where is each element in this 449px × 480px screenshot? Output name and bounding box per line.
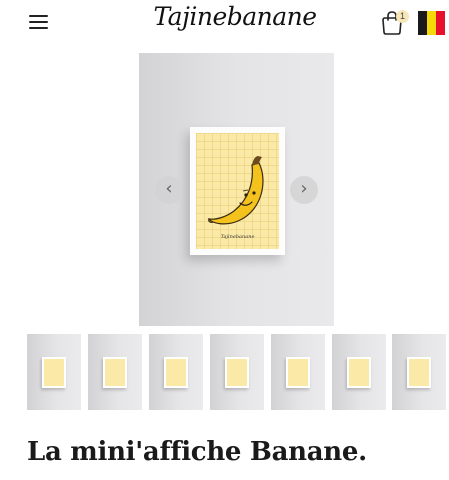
flag-stripe-yellow [427,11,436,35]
flag-stripe-black [418,11,427,35]
thumbnail[interactable] [88,334,142,410]
thumbnail[interactable] [332,334,386,410]
site-header: Tajinebanane 1 [0,0,449,46]
thumbnail-strip [27,334,446,410]
menu-button[interactable] [29,14,49,30]
cart-count-badge: 1 [396,10,409,23]
poster-signature: Tajinebanane [220,234,255,240]
thumbnail-artwork [166,359,186,386]
thumbnail-artwork [409,359,429,386]
hamburger-line [29,27,48,29]
product-image-gallery[interactable]: Tajinebanane ‹ › [139,53,334,326]
hamburger-menu-icon [29,15,48,17]
gallery-prev-button[interactable]: ‹ [155,176,183,204]
thumbnail[interactable] [210,334,264,410]
flag-stripe-red [436,11,445,35]
thumbnail-artwork [44,359,64,386]
site-logo[interactable]: Tajinebanane [150,2,320,31]
thumbnail[interactable] [392,334,446,410]
thumbnail[interactable] [271,334,325,410]
banana-illustration [207,156,264,225]
gallery-next-button[interactable]: › [290,176,318,204]
thumbnail-poster [347,357,371,388]
thumbnail-artwork [105,359,125,386]
thumbnail-artwork [227,359,247,386]
thumbnail-artwork [349,359,369,386]
hamburger-line [29,21,48,23]
thumbnail[interactable] [149,334,203,410]
thumbnail-poster [225,357,249,388]
thumbnail-poster [164,357,188,388]
poster-frame: Tajinebanane [190,127,285,255]
poster-artwork: Tajinebanane [196,133,279,249]
belgium-flag-icon[interactable] [418,11,445,35]
thumbnail-poster [407,357,431,388]
product-title: La mini'affiche Banane. [27,437,367,467]
thumbnail-artwork [288,359,308,386]
thumbnail-poster [42,357,66,388]
thumbnail-poster [103,357,127,388]
thumbnail[interactable] [27,334,81,410]
thumbnail-poster [286,357,310,388]
